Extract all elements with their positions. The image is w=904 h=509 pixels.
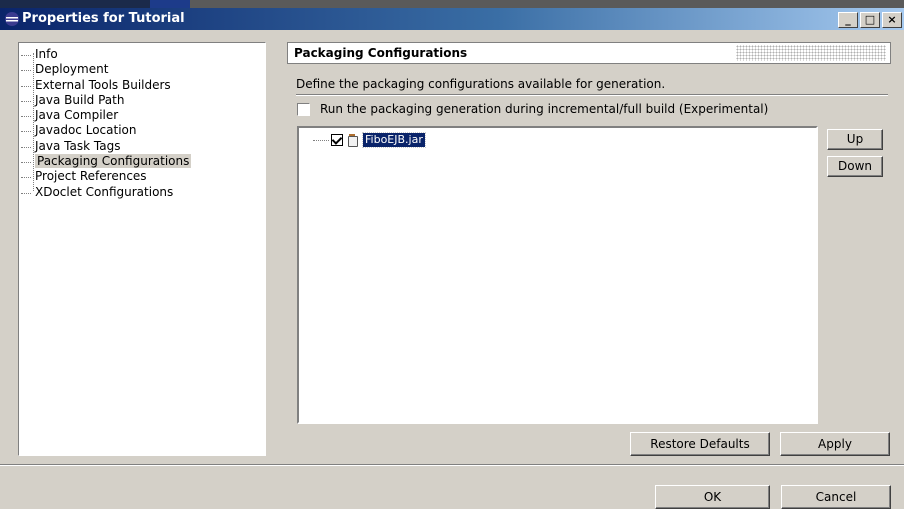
tree-item-deployment[interactable]: Deployment (21, 62, 265, 77)
restore-defaults-button[interactable]: Restore Defaults (630, 432, 770, 456)
title-bar[interactable]: Properties for Tutorial _ □ × (0, 8, 904, 30)
apply-button[interactable]: Apply (780, 432, 890, 456)
tree-item-java-build-path[interactable]: Java Build Path (21, 92, 265, 108)
background-strip (0, 0, 904, 8)
up-button[interactable]: Up (827, 129, 883, 150)
ok-button[interactable]: OK (655, 485, 770, 509)
tree-item-label: External Tools Builders (35, 77, 171, 92)
config-name[interactable]: FiboEJB.jar (362, 132, 426, 148)
property-pages-tree[interactable]: Info Deployment External Tools Builders … (18, 42, 266, 456)
maximize-button[interactable]: □ (860, 12, 880, 28)
down-button[interactable]: Down (827, 156, 883, 177)
dialog-separator (0, 464, 904, 466)
tree-item-label: Java Build Path (35, 92, 125, 107)
page-title: Packaging Configurations (294, 46, 468, 60)
tree-item-label: Java Compiler (35, 108, 119, 123)
tree-item-label: Packaging Configurations (35, 154, 192, 169)
configurations-tree[interactable]: FiboEJB.jar (297, 126, 818, 424)
config-item[interactable]: FiboEJB.jar (313, 132, 426, 148)
separator (296, 94, 888, 96)
tree-item-label: Java Task Tags (35, 138, 121, 153)
incremental-build-label: Run the packaging generation during incr… (320, 102, 769, 116)
tree-connector (313, 139, 329, 141)
tree-item-javadoc-location[interactable]: Javadoc Location (21, 123, 265, 138)
window-title: Properties for Tutorial (22, 11, 185, 26)
tree-item-external-tools-builders[interactable]: External Tools Builders (21, 77, 265, 93)
jar-icon (348, 134, 358, 147)
tree-item-xdoclet-configurations[interactable]: XDoclet Configurations (21, 184, 265, 200)
tree-item-label: Project References (35, 169, 147, 184)
page-description: Define the packaging configurations avai… (296, 77, 666, 91)
tree-item-label: Info (35, 47, 58, 61)
background-strip-accent (150, 0, 190, 8)
incremental-build-option[interactable]: Run the packaging generation during incr… (297, 101, 768, 117)
page-header: Packaging Configurations (287, 42, 891, 64)
tree-item-packaging-configurations[interactable]: Packaging Configurations (21, 154, 265, 169)
tree-item-java-compiler[interactable]: Java Compiler (21, 108, 265, 123)
close-button[interactable]: × (882, 12, 902, 28)
eclipse-icon (5, 12, 19, 26)
incremental-build-checkbox[interactable] (297, 102, 310, 116)
cancel-button[interactable]: Cancel (781, 485, 891, 509)
tree-item-project-references[interactable]: Project References (21, 169, 265, 184)
minimize-button[interactable]: _ (838, 12, 858, 28)
tree-item-label: Deployment (35, 62, 109, 77)
tree-item-label: XDoclet Configurations (35, 184, 174, 199)
header-pattern (736, 45, 886, 61)
config-checkbox[interactable] (331, 134, 343, 146)
tree-item-java-task-tags[interactable]: Java Task Tags (21, 138, 265, 154)
window-controls: _ □ × (838, 12, 902, 28)
tree-item-info[interactable]: Info (21, 47, 265, 62)
tree-item-label: Javadoc Location (35, 123, 137, 138)
background-strip-left (0, 0, 150, 8)
